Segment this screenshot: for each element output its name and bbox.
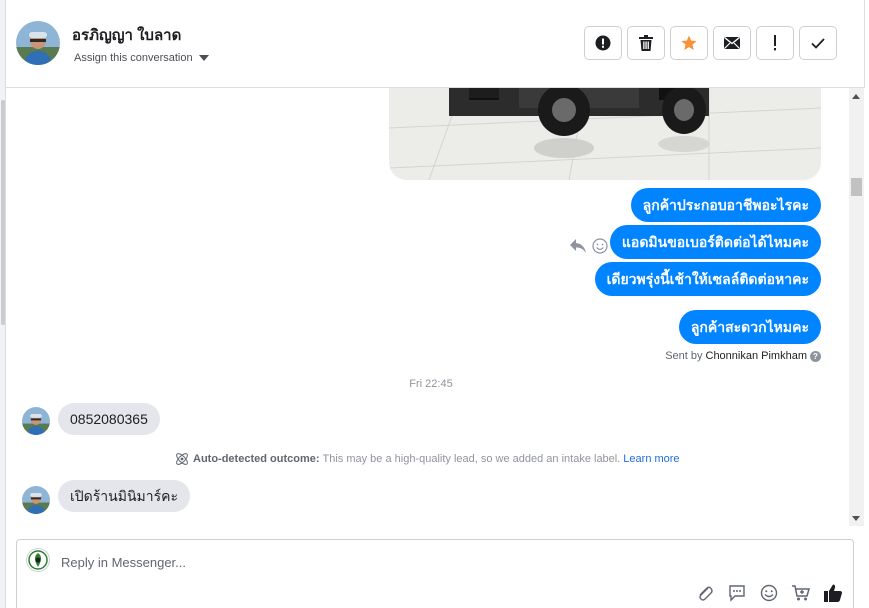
reply-icon[interactable] — [569, 238, 587, 259]
alert-circle-icon — [595, 35, 611, 51]
trash-icon — [639, 35, 653, 51]
outgoing-message[interactable]: ลูกค้าสะดวกไหมคะ — [678, 310, 821, 344]
page-logo — [28, 550, 48, 570]
scrollbar-thumb[interactable] — [851, 178, 862, 196]
contact-photo — [16, 21, 60, 65]
check-icon — [811, 37, 825, 49]
auto-detected-outcome-note: Auto-detected outcome: This may be a hig… — [174, 451, 680, 467]
incoming-message[interactable]: 0852080365 — [58, 403, 160, 435]
saved-reply-button[interactable] — [726, 582, 748, 604]
attach-button[interactable] — [694, 582, 716, 604]
contact-avatar-small[interactable] — [22, 407, 50, 435]
thumbs-up-button[interactable] — [822, 582, 844, 604]
cart-button[interactable] — [790, 582, 812, 604]
outgoing-message[interactable]: ลูกค้าประกอบอาชีพอะไรคะ — [630, 188, 821, 222]
help-icon[interactable]: ? — [810, 350, 821, 362]
atom-icon — [176, 453, 188, 465]
chat-scrollbar[interactable] — [849, 88, 864, 526]
emoji-icon — [760, 584, 778, 602]
envelope-icon — [724, 37, 740, 49]
thumbs-up-icon — [824, 584, 842, 602]
contact-avatar[interactable] — [16, 21, 60, 65]
learn-more-link[interactable]: Learn more — [623, 453, 679, 465]
message-thread[interactable]: ลูกค้าประกอบอาชีพอะไรคะ แอดมินขอเบอร์ติด… — [6, 88, 849, 526]
react-emoji-icon[interactable] — [592, 238, 608, 259]
left-scrollbar-thumb[interactable] — [1, 100, 5, 325]
sender-name: Chonnikan Pimkham — [705, 350, 808, 362]
caret-down-icon — [198, 55, 209, 61]
truck-photo-attachment[interactable] — [389, 88, 821, 180]
contact-photo — [22, 486, 50, 514]
conversation-header: อรภิญญา ใบลาด Assign this conversation — [6, 0, 864, 88]
sent-by-label: Sent by Chonnikan Pimkham ? — [665, 350, 821, 362]
contact-name[interactable]: อรภิญญา ใบลาด — [72, 23, 181, 47]
spam-button[interactable] — [584, 26, 622, 60]
done-button[interactable] — [799, 26, 837, 60]
incoming-message[interactable]: เปิดร้านมินิมาร์คะ — [58, 480, 191, 512]
mark-unread-button[interactable] — [713, 26, 751, 60]
auto-outcome-text: This may be a high-quality lead, so we a… — [322, 453, 621, 465]
delete-button[interactable] — [627, 26, 665, 60]
message-timestamp: Fri 22:45 — [409, 378, 453, 390]
saved-reply-icon — [729, 585, 745, 602]
reply-input[interactable] — [61, 551, 661, 573]
star-button[interactable] — [670, 26, 708, 60]
messenger-conversation: อรภิญญา ใบลาด Assign this conversation ล… — [0, 0, 869, 608]
paperclip-icon — [699, 586, 713, 601]
star-icon — [681, 35, 697, 50]
divider — [864, 0, 865, 88]
outgoing-message[interactable]: เดียวพรุ่งนี้เช้าให้เซลล์ติดต่อหาคะ — [594, 262, 821, 296]
scroll-up-arrow-icon[interactable] — [852, 94, 860, 99]
exclamation-icon — [774, 35, 776, 51]
page-avatar — [26, 548, 50, 572]
scroll-down-arrow-icon[interactable] — [852, 516, 860, 521]
assign-label: Assign this conversation — [74, 52, 193, 64]
reply-composer — [16, 539, 854, 608]
cart-icon — [792, 585, 810, 601]
auto-outcome-label: Auto-detected outcome: — [193, 453, 320, 465]
follow-up-button[interactable] — [756, 26, 794, 60]
assign-conversation-dropdown[interactable]: Assign this conversation — [74, 52, 209, 64]
emoji-button[interactable] — [758, 582, 780, 604]
contact-avatar-small[interactable] — [22, 486, 50, 514]
contact-photo — [22, 407, 50, 435]
outgoing-message[interactable]: แอดมินขอเบอร์ติดต่อได้ไหมคะ — [609, 225, 821, 259]
sent-by-prefix: Sent by — [665, 350, 703, 362]
truck-photo — [389, 88, 821, 180]
